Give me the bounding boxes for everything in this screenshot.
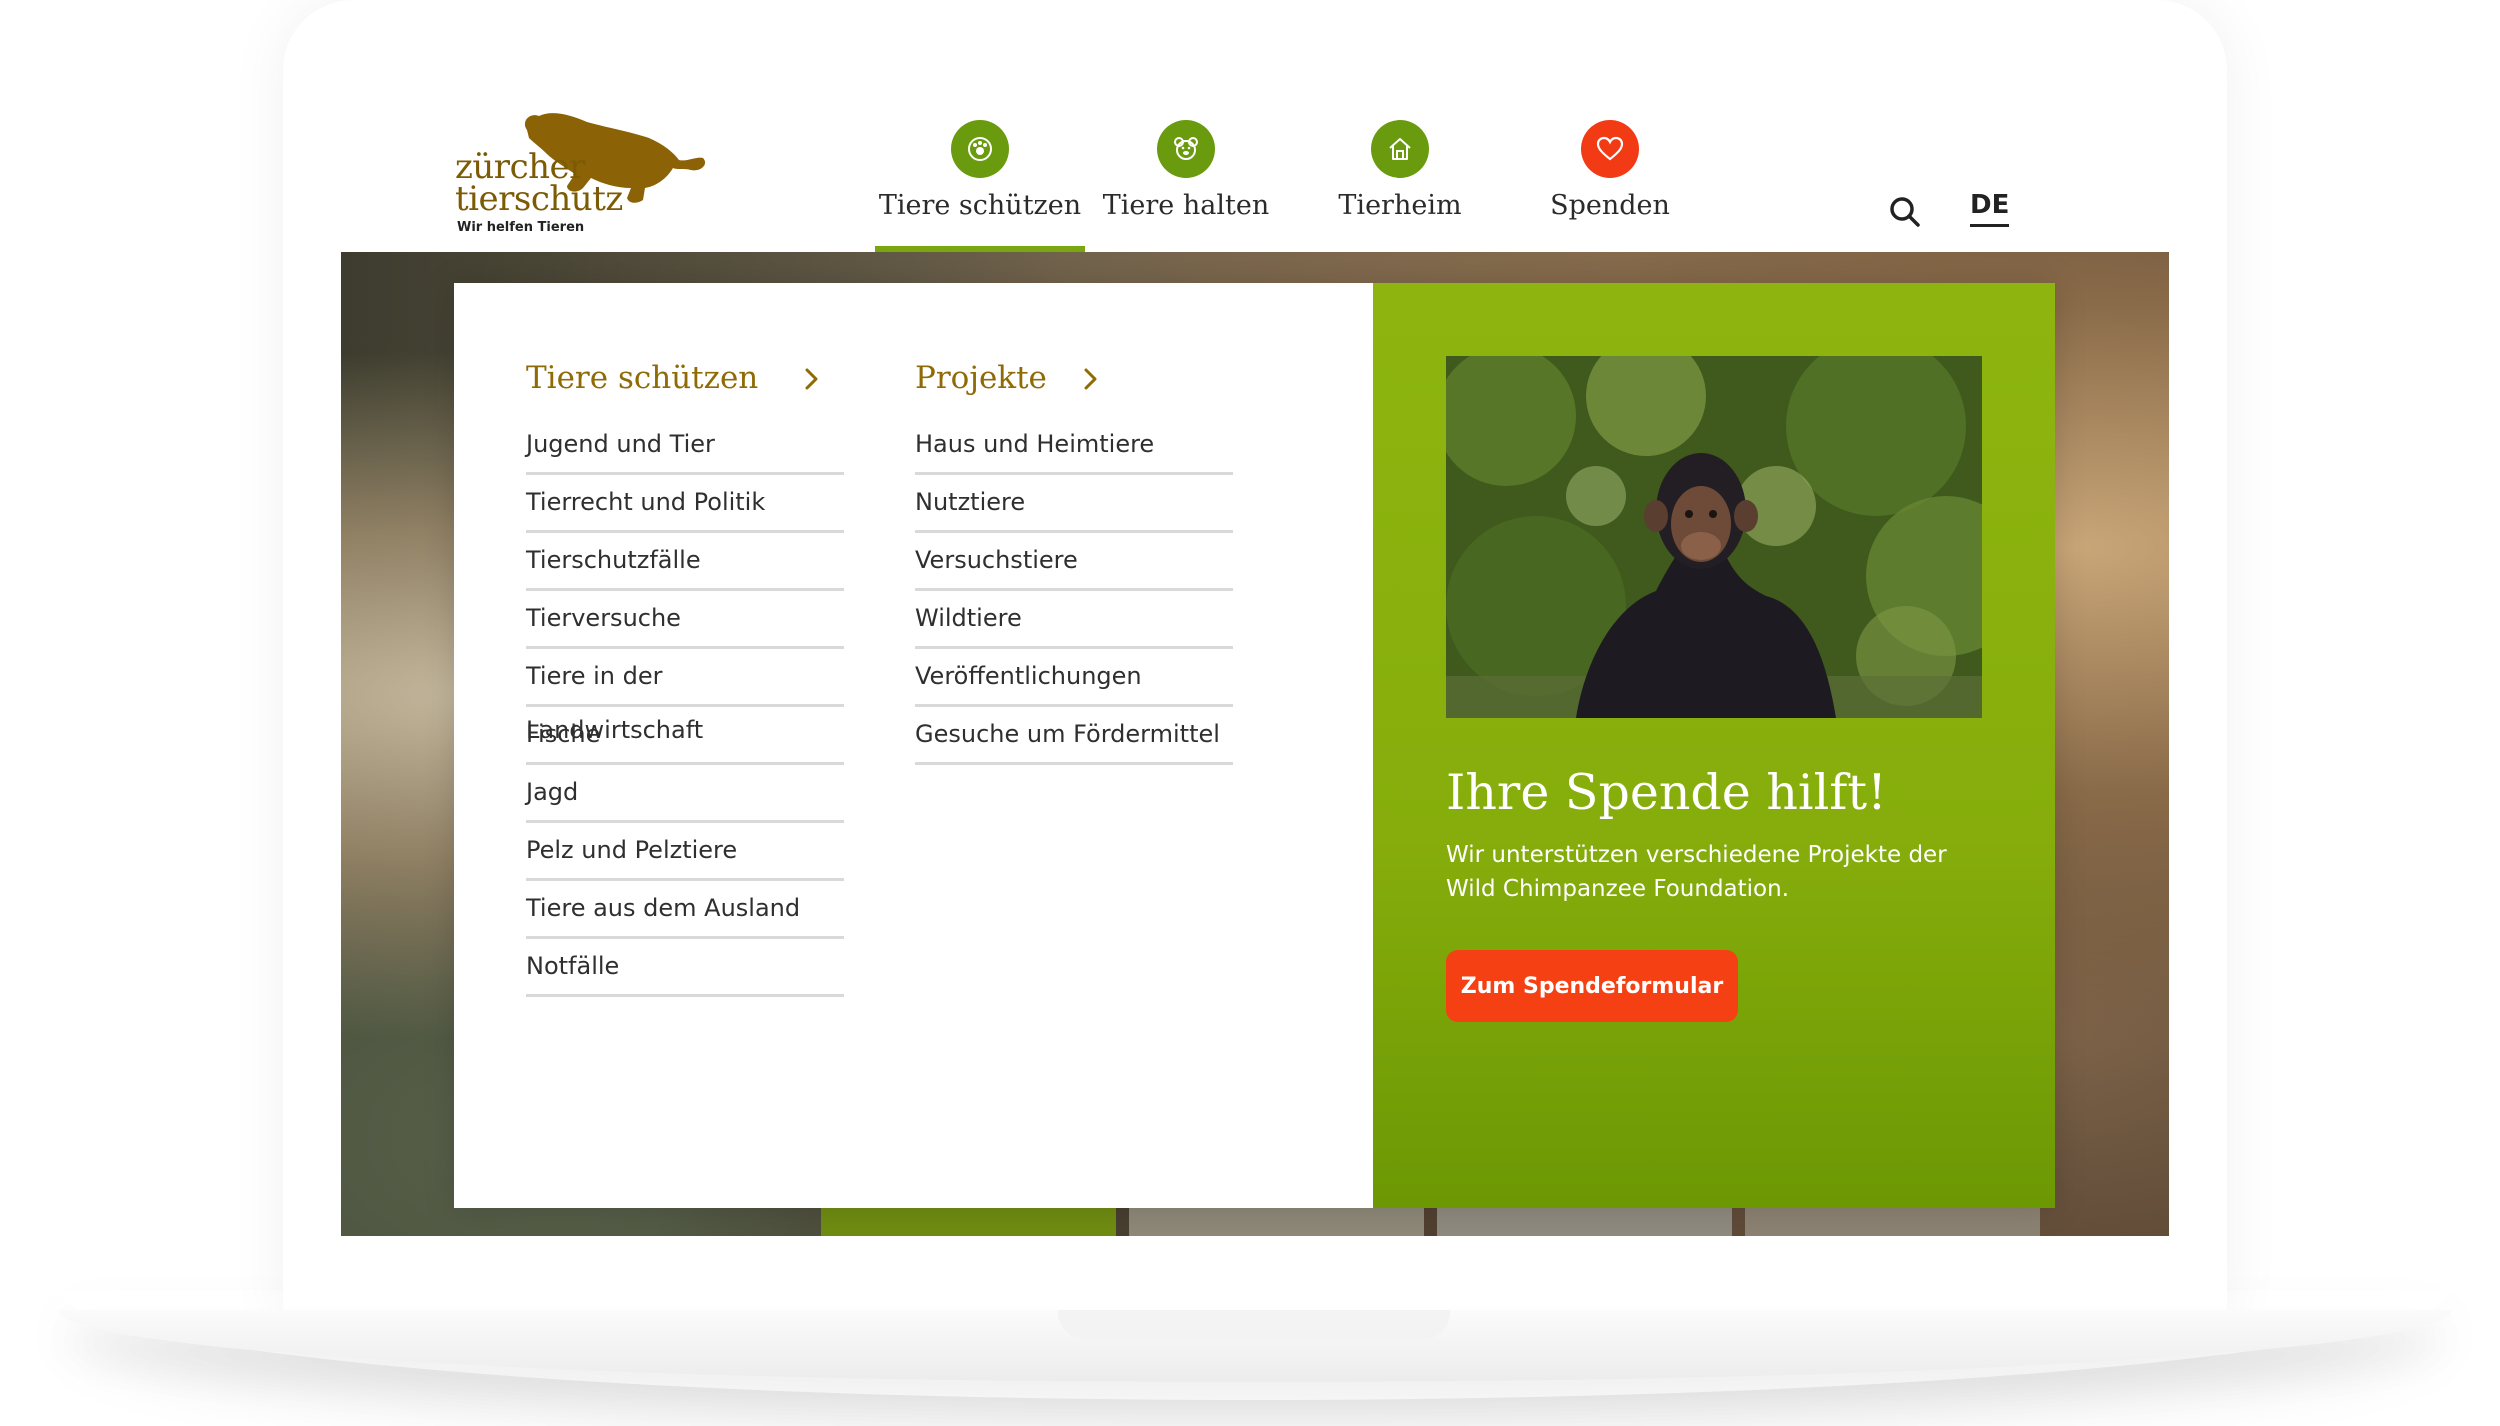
laptop-notch: [1058, 1310, 1450, 1340]
promo-text: Wir unterstützen verschiedene Projekte d…: [1446, 842, 1947, 902]
heart-icon: [1581, 120, 1639, 178]
menu-link-jugend-und-tier[interactable]: Jugend und Tier: [526, 417, 844, 475]
menu-link-nutztiere[interactable]: Nutztiere: [915, 475, 1233, 533]
nav-item-tierheim[interactable]: Tierheim: [1295, 120, 1505, 252]
menu-link-jagd[interactable]: Jagd: [526, 765, 844, 823]
menu-link-wildtiere[interactable]: Wildtiere: [915, 591, 1233, 649]
logo-text-line2: tierschutz: [455, 179, 623, 219]
mega-menu: Tiere schützen Jugend und Tier Tierrecht…: [454, 283, 2055, 1208]
site-header: zürcher tierschutz Wir helfen Tieren Tie…: [341, 94, 2169, 252]
nav-label: Spenden: [1550, 190, 1670, 221]
search-icon[interactable]: [1888, 195, 1922, 229]
nav-label: Tierheim: [1338, 190, 1462, 221]
paw-target-icon: [951, 120, 1009, 178]
chevron-right-icon: [1084, 368, 1097, 390]
menu-link-tiere-in-der-landwirtschaft[interactable]: Tiere in der Landwirtschaft: [526, 649, 844, 744]
bear-face-icon: [1157, 120, 1215, 178]
nav-item-tiere-halten[interactable]: Tiere halten: [1081, 120, 1291, 252]
menu-link-veroeffentlichungen[interactable]: Veröffentlichungen: [915, 649, 1233, 707]
logo-tagline: Wir helfen Tieren: [457, 220, 585, 235]
menu-column-projekte: Projekte Haus und Heimtiere Nutztiere Ve…: [915, 353, 1233, 765]
language-switcher[interactable]: DE: [1970, 190, 2010, 227]
nav-item-spenden[interactable]: Spenden: [1505, 120, 1715, 252]
menu-link-notfaelle[interactable]: Notfälle: [526, 939, 844, 997]
menu-link-versuchstiere[interactable]: Versuchstiere: [915, 533, 1233, 591]
menu-link-pelz-und-pelztiere[interactable]: Pelz und Pelztiere: [526, 823, 844, 881]
donation-form-button[interactable]: Zum Spendeformular: [1446, 950, 1738, 1022]
nav-item-tiere-schuetzen[interactable]: Tiere schützen: [875, 120, 1085, 252]
column-heading-link[interactable]: Projekte: [915, 353, 1233, 403]
chimpanzee-photo: [1446, 356, 1982, 718]
menu-link-gesuche-um-foerdermittel[interactable]: Gesuche um Fördermittel: [915, 707, 1233, 765]
column-heading-link[interactable]: Tiere schützen: [526, 353, 844, 403]
menu-link-haus-und-heimtiere[interactable]: Haus und Heimtiere: [915, 417, 1233, 475]
house-icon: [1371, 120, 1429, 178]
laptop-screen: zürcher tierschutz Wir helfen Tieren Tie…: [341, 94, 2169, 1236]
menu-link-tiere-aus-dem-ausland[interactable]: Tiere aus dem Ausland: [526, 881, 844, 939]
mega-menu-links: Tiere schützen Jugend und Tier Tierrecht…: [454, 283, 1373, 1208]
active-nav-indicator: [875, 246, 1085, 252]
column-heading-label: Tiere schützen: [526, 360, 759, 396]
nav-label: Tiere halten: [1102, 190, 1270, 221]
promo-panel: Ihre Spende hilft! Wir unterstützen vers…: [1373, 283, 2055, 1208]
menu-column-tiere-schuetzen: Tiere schützen Jugend und Tier Tierrecht…: [526, 353, 844, 997]
promo-title: Ihre Spende hilft!: [1446, 764, 1887, 821]
nav-label: Tiere schützen: [878, 190, 1082, 221]
menu-link-tierrecht-und-politik[interactable]: Tierrecht und Politik: [526, 475, 844, 533]
logo[interactable]: zürcher tierschutz Wir helfen Tieren: [455, 108, 706, 240]
menu-link-tierversuche[interactable]: Tierversuche: [526, 591, 844, 649]
column-heading-label: Projekte: [915, 360, 1047, 396]
chevron-right-icon: [805, 368, 818, 390]
menu-link-tierschutzfaelle[interactable]: Tierschutzfälle: [526, 533, 844, 591]
